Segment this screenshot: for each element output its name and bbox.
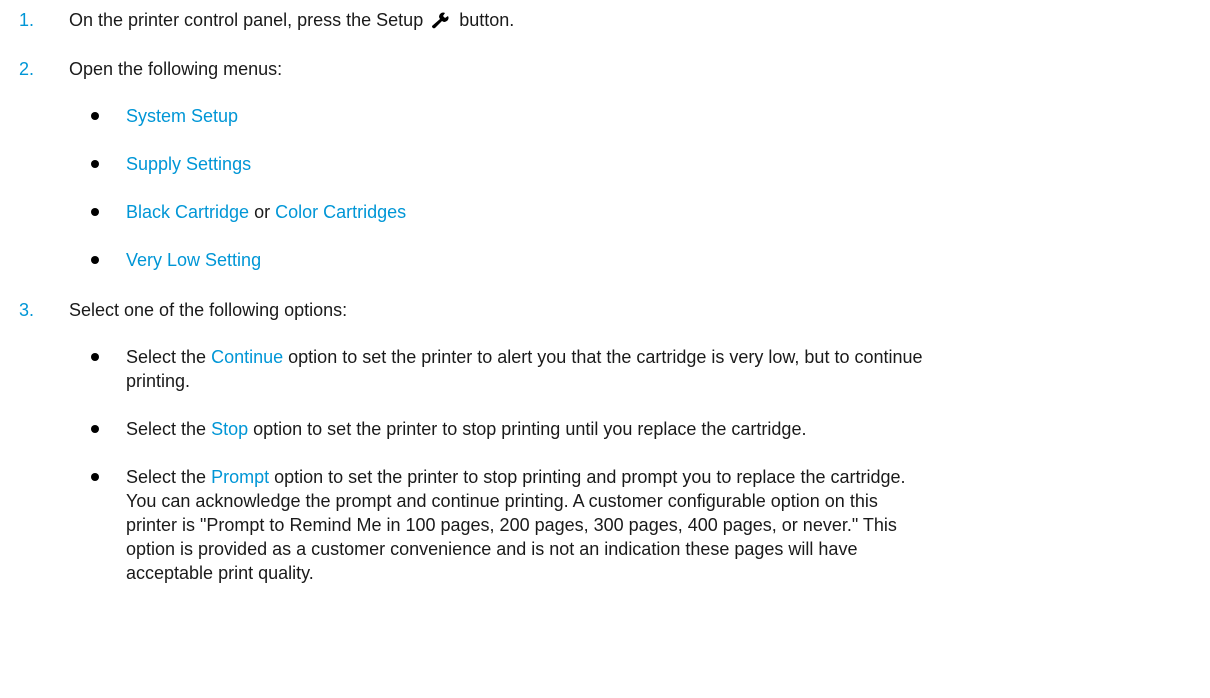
option-stop-link[interactable]: Stop (211, 419, 248, 439)
option-line: option to set the printer to stop printi… (274, 467, 906, 487)
option-prefix: Select the (126, 347, 207, 367)
menu-item-very-low-setting[interactable]: Very Low Setting (126, 248, 261, 272)
bullet (91, 473, 99, 481)
menu-item-color-cartridges[interactable]: Color Cartridges (275, 202, 406, 222)
option-prompt-description: Select the Prompt option to set the prin… (126, 465, 1196, 585)
option-line: acceptable print quality. (126, 563, 314, 583)
option-continue-description: Select the Continue option to set the pr… (126, 345, 1196, 393)
menu-item-supply-settings[interactable]: Supply Settings (126, 152, 251, 176)
menu-item-system-setup[interactable]: System Setup (126, 104, 238, 128)
step-text-before: On the printer control panel, press the … (69, 10, 424, 30)
option-prompt-link[interactable]: Prompt (211, 467, 269, 487)
step-text: Open the following menus: (69, 59, 283, 79)
step-number: 1. (19, 10, 35, 30)
bullet (91, 425, 99, 433)
step-number: 2. (19, 59, 35, 79)
option-line: option is provided as a customer conveni… (126, 539, 858, 559)
option-line: option to set the printer to stop printi… (253, 419, 807, 439)
bullet (91, 160, 99, 168)
bullet (91, 353, 99, 361)
bullet (91, 256, 99, 264)
option-line: You can acknowledge the prompt and conti… (126, 491, 878, 511)
option-prefix: Select the (126, 467, 207, 487)
option-continue-link[interactable]: Continue (211, 347, 283, 367)
menu-item-or: or (254, 202, 271, 222)
menu-item-black-cartridge[interactable]: Black Cartridge (126, 202, 249, 222)
step-number: 3. (19, 300, 35, 320)
instruction-page: 1. On the printer control panel, press t… (0, 0, 1210, 698)
wrench-icon (430, 11, 452, 29)
menu-item-cartridges: Black Cartridge or Color Cartridges (126, 200, 406, 224)
step-text: On the printer control panel, press the … (69, 8, 514, 32)
option-prefix: Select the (126, 419, 207, 439)
bullet (91, 112, 99, 120)
bullet (91, 208, 99, 216)
step-text: Select one of the following options: (69, 300, 348, 320)
option-line: printing. (126, 371, 191, 391)
step-text-after: button. (459, 10, 515, 30)
option-stop-description: Select the Stop option to set the printe… (126, 417, 1196, 441)
option-line: printer is "Prompt to Remind Me in 100 p… (126, 515, 897, 535)
option-line: option to set the printer to alert you t… (288, 347, 923, 367)
